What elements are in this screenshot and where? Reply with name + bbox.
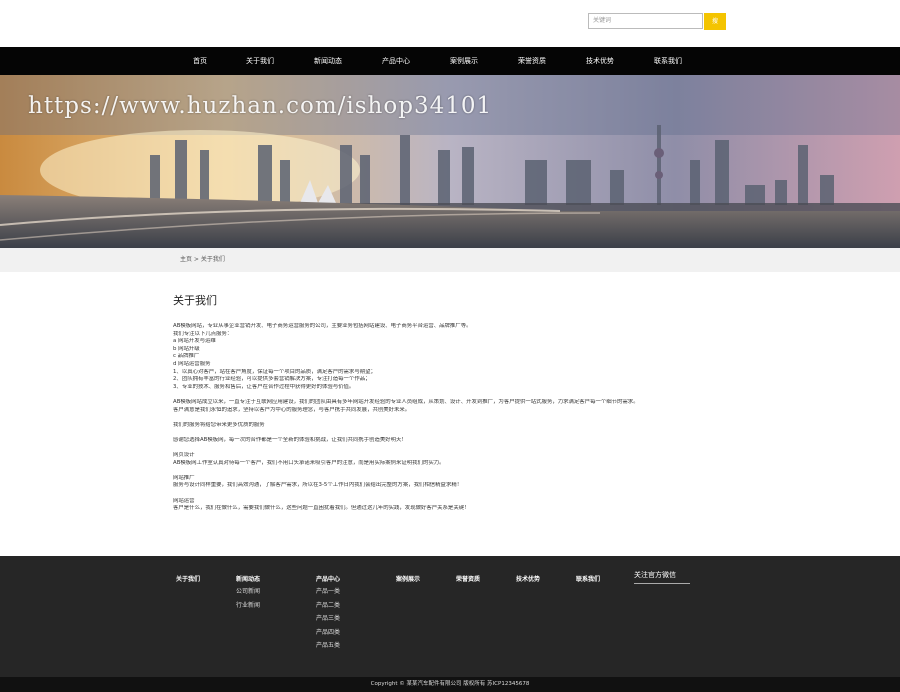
footer-heading[interactable]: 新闻动态 (236, 574, 260, 586)
footer-heading[interactable]: 技术优势 (516, 574, 540, 586)
nav-cases[interactable]: 案例展示 (434, 47, 494, 75)
page-title: 关于我们 (173, 294, 217, 307)
about-text: AB模板网站，专业从事企业营销开发、电子商务运营服务的公司，主要业务包括网站建设… (173, 323, 733, 513)
about-line: a 网站开发与运维 (173, 338, 216, 345)
footer-link[interactable]: 产品三类 (316, 613, 340, 627)
about-line: 服务与设计同样重要，我们高效沟通，了解客户需求，所以在3-5个工作日内我们会给出… (173, 482, 463, 489)
about-line: 网站运营 (173, 497, 195, 504)
top-bar: 关键词 搜 (0, 0, 900, 47)
footer-link[interactable]: 公司新闻 (236, 586, 260, 600)
footer-link[interactable]: 产品一类 (316, 586, 340, 600)
about-line (173, 467, 733, 475)
footer-col-contact: 联系我们 (576, 574, 600, 586)
nav-contact[interactable]: 联系我们 (638, 47, 698, 75)
about-line: 网站推广 (173, 474, 195, 481)
footer-col-honors: 荣誉资质 (456, 574, 480, 586)
wechat-title: 关注官方微信 (634, 571, 676, 579)
about-line: d 网站运营服务 (173, 360, 211, 367)
footer-link[interactable]: 行业新闻 (236, 600, 260, 614)
watermark-text: https://www.huzhan.com/ishop34101 (28, 93, 493, 119)
footer-col-tech: 技术优势 (516, 574, 540, 586)
about-line: 网页设计 (173, 452, 195, 459)
search-button[interactable]: 搜 (704, 13, 726, 30)
nav-products[interactable]: 产品中心 (366, 47, 426, 75)
about-line (173, 429, 733, 437)
footer-link[interactable]: 产品四类 (316, 627, 340, 641)
nav-news[interactable]: 新闻动态 (298, 47, 358, 75)
copyright: Copyright © 某某汽车配件有限公司 版权所有 苏ICP12345678 (0, 677, 900, 692)
about-line (173, 391, 733, 399)
about-line (173, 490, 733, 498)
nav-home[interactable]: 首页 (170, 47, 230, 75)
about-line: 客户是什么，我们在做什么，需要我们做什么，这些问题一直困扰着我们。但通过这几年的… (173, 505, 470, 512)
about-content: 关于我们 AB模板网站，专业从事企业营销开发、电子商务运营服务的公司，主要业务包… (173, 292, 733, 513)
footer-link[interactable]: 产品五类 (316, 640, 340, 654)
breadcrumb-bar: 主页 > 关于我们 (0, 248, 900, 272)
footer-heading[interactable]: 关于我们 (176, 574, 200, 586)
footer-col-products: 产品中心 产品一类 产品二类 产品三类 产品四类 产品五类 (316, 574, 340, 654)
main-nav: 首页 关于我们 新闻动态 产品中心 案例展示 荣誉资质 技术优势 联系我们 (0, 47, 900, 75)
about-line: 1、以真心对客户，站在客户角度，保证每一个项目的品质，满足客户的需求与期望； (173, 368, 376, 375)
about-line: 2、团队拥有丰富的行业经验，可以提供多套营销解决方案，专注打造每一个作品； (173, 376, 371, 383)
about-line: 我们的服务将给您带来更多优质的服务 (173, 421, 265, 428)
footer-heading[interactable]: 案例展示 (396, 574, 420, 586)
footer-heading[interactable]: 产品中心 (316, 574, 340, 586)
divider (634, 583, 690, 584)
nav-tech[interactable]: 技术优势 (570, 47, 630, 75)
footer: 关于我们 新闻动态 公司新闻 行业新闻 产品中心 产品一类 产品二类 产品三类 … (0, 556, 900, 677)
about-line: AB模板网站，专业从事企业营销开发、电子商务运营服务的公司，主要业务包括网站建设… (173, 323, 472, 329)
breadcrumb[interactable]: 主页 > 关于我们 (180, 248, 225, 272)
footer-col-cases: 案例展示 (396, 574, 420, 586)
footer-col-news: 新闻动态 公司新闻 行业新闻 (236, 574, 260, 613)
footer-heading[interactable]: 联系我们 (576, 574, 600, 586)
about-line: 客户满意是我们永恒的追求，坚持以客户为中心的服务理念，与客户携手共同发展，共创美… (173, 406, 411, 413)
search-input[interactable]: 关键词 (588, 13, 703, 29)
footer-heading[interactable]: 荣誉资质 (456, 574, 480, 586)
about-line: AB模板网站成立以来，一直专注于互联网应用建设，我们的团队由具有多年网站开发经验… (173, 398, 639, 405)
about-line: b 网站升级 (173, 345, 200, 352)
about-line (173, 414, 733, 422)
about-line: 3、专业的技术、服务和售后，让客户在合作过程中获得更好的体验与价值。 (173, 383, 355, 390)
about-line (173, 445, 733, 453)
footer-link[interactable]: 产品二类 (316, 600, 340, 614)
footer-col-about: 关于我们 (176, 574, 200, 586)
about-line: 感谢您选择AB模板网，每一次的合作都是一个全新的体验和挑战，让我们共同携手创造美… (173, 436, 407, 443)
nav-honors[interactable]: 荣誉资质 (502, 47, 562, 75)
about-line: 我们专注以下几点服务： (173, 330, 233, 337)
nav-about[interactable]: 关于我们 (230, 47, 290, 75)
about-line: c 品牌推广 (173, 353, 200, 360)
about-line: AB模板网工作室认真对待每一个客户，我们不用口头承诺来吸引客户的注意，而是用实际… (173, 459, 445, 466)
hero-banner: https://www.huzhan.com/ishop34101 (0, 75, 900, 248)
